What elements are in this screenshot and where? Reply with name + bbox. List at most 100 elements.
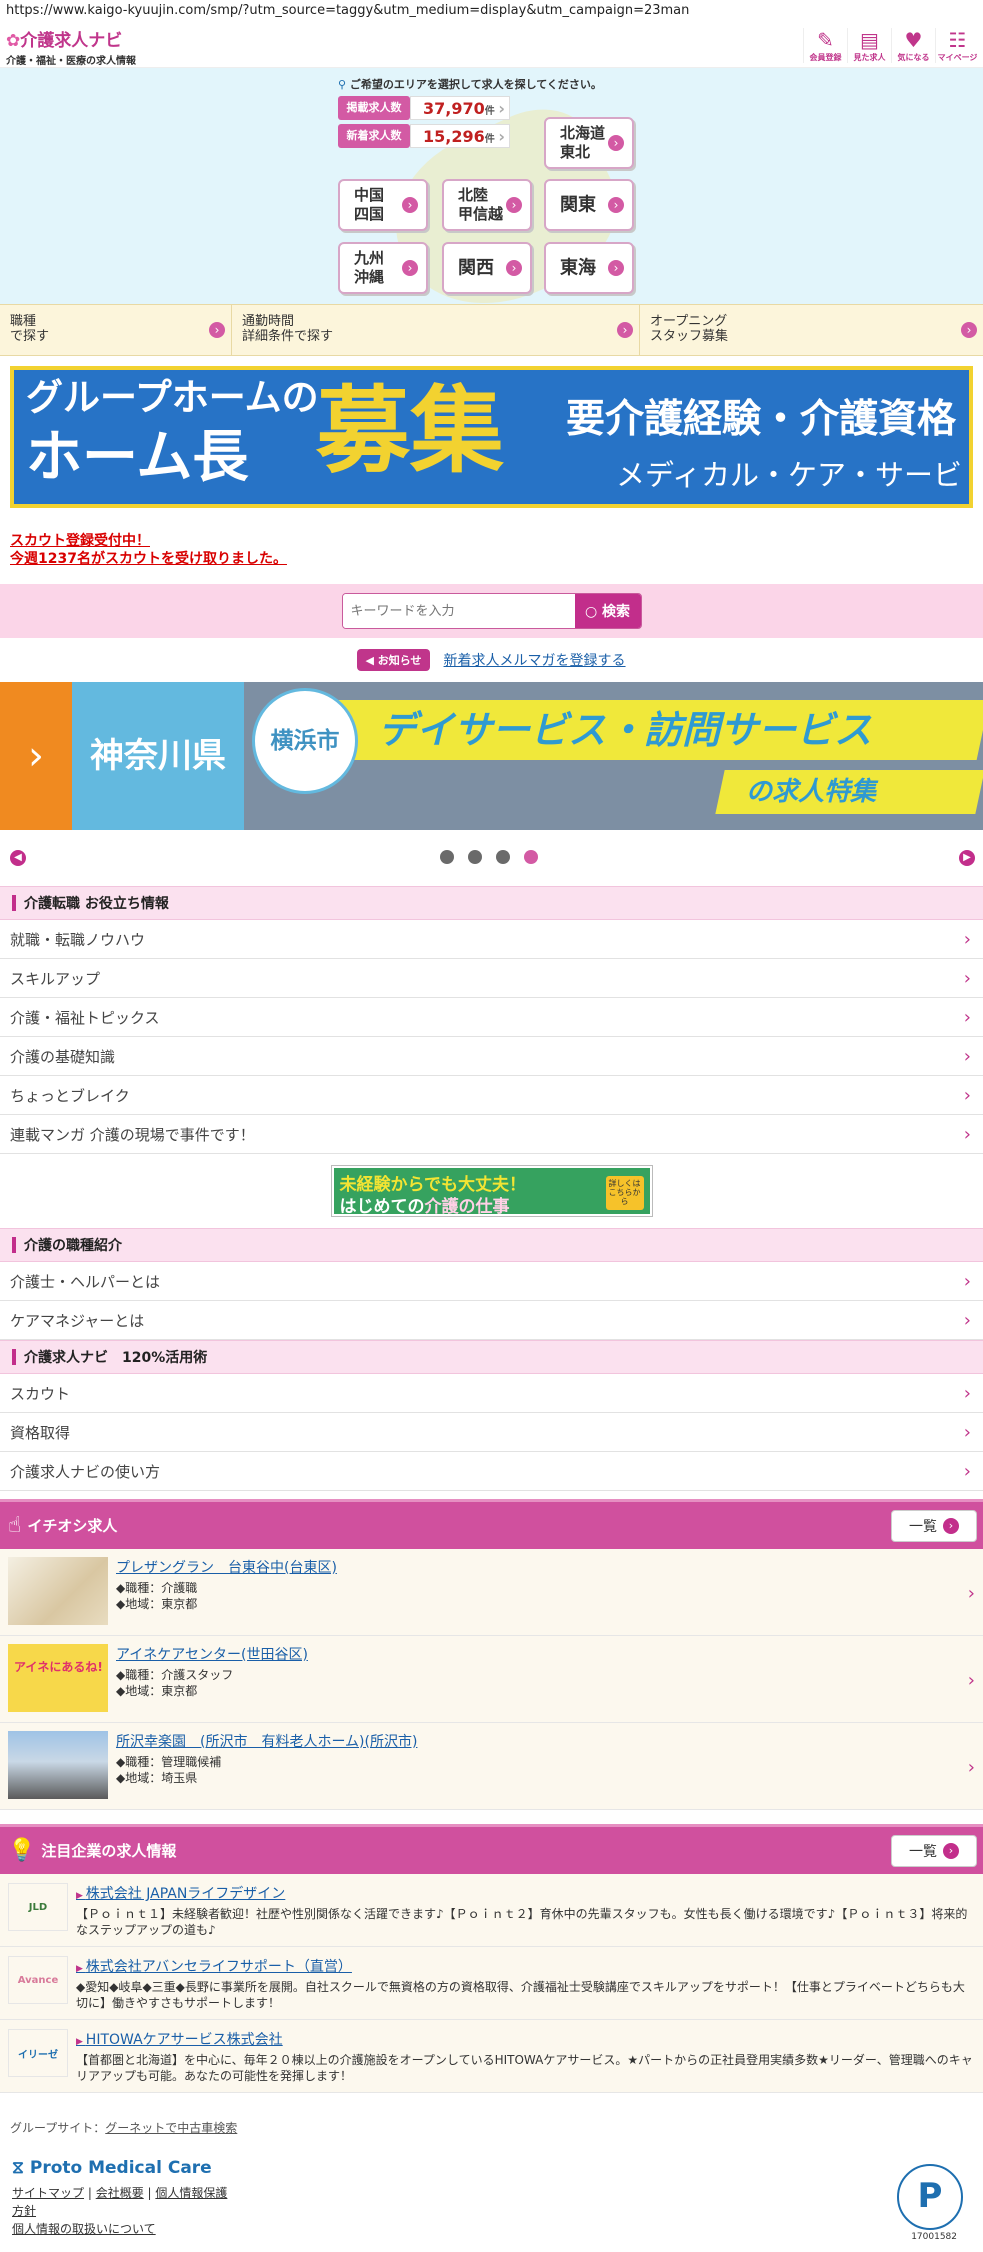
job-area: ◆地域：埼玉県 <box>116 1771 198 1785</box>
list-item[interactable]: 就職・転職ノウハウ › <box>0 920 983 959</box>
company-item[interactable]: JLD 株式会社 JAPANライフデザイン【Ｐｏｉｎｔ１】未経験者歓迎！社歴や性別… <box>0 1874 983 1947</box>
company-link[interactable]: 会社概要 <box>96 2186 144 2200</box>
chevron-right-icon: › <box>963 1123 971 1145</box>
chevron-right-icon: › <box>608 260 624 276</box>
job-title-link[interactable]: プレザングラン 台東谷中(台東区) <box>116 1557 337 1577</box>
footer: ⧖ Proto Medical Care サイトマップ | 会社概要 | 個人情… <box>0 2158 983 2252</box>
group-home-recruit-banner[interactable]: グループホームの ホーム長 募集 要介護経験・介護資格 メディカル・ケア・サービ… <box>10 366 973 508</box>
pickup-job-item[interactable]: プレザングラン 台東谷中(台東区) ◆職種：介護職 ◆地域：東京都 › <box>0 1549 983 1636</box>
list-item-label: 就職・転職ノウハウ <box>10 930 146 949</box>
favorite-icon: ♥ <box>904 28 923 52</box>
pickup-title: イチオシ求人 <box>27 1517 118 1535</box>
list-item[interactable]: スキルアップ › <box>0 959 983 998</box>
chevron-right-icon: › <box>608 197 624 213</box>
list-item[interactable]: 介護士・ヘルパーとは › <box>0 1262 983 1301</box>
keyword-input[interactable] <box>342 594 575 628</box>
region-button-kanto[interactable]: 関東 › <box>544 179 634 231</box>
site-logo[interactable]: ✿介護求人ナビ 介護・福祉・医療の求人情報 <box>6 26 136 67</box>
slider-prev-button[interactable]: ◀ <box>10 850 26 866</box>
kanagawa-feature-slide[interactable]: › 神奈川県 横浜市 デイサービス・訪問サービス の求人特集 <box>0 682 983 830</box>
slider-next-button[interactable]: ▶ <box>959 850 975 866</box>
total-jobs-stat[interactable]: 掲載求人数 37,970件 <box>338 96 510 121</box>
pickup-job-item[interactable]: アイネにあるね! アイネケアセンター(世田谷区) ◆職種：介護スタッフ ◆地域：東京都… <box>0 1636 983 1723</box>
list-item[interactable]: ケアマネジャーとは › <box>0 1301 983 1340</box>
section-title: 介護求人ナビ 120%活用術 <box>24 1350 208 1366</box>
list-item[interactable]: 資格取得 › <box>0 1413 983 1452</box>
header-icons: ✎ 会員登録 ▤ 見た求人 ♥ 気になる ☷ マイページ <box>803 28 979 63</box>
list-item[interactable]: スカウト › <box>0 1374 983 1413</box>
footer-links: サイトマップ | 会社概要 | 個人情報保護 方針 個人情報の取扱いについて <box>12 2186 228 2236</box>
slide-prefecture: 神奈川県 <box>72 682 244 830</box>
scout-notice[interactable]: スカウト登録受付中！ 今週1237名がスカウトを受け取りました。 <box>10 532 973 568</box>
mail-magazine-link[interactable]: 新着求人メルマガを登録する <box>444 650 626 670</box>
list-item[interactable]: 介護・福祉トピックス › <box>0 998 983 1037</box>
region-button-hokkaido-tohoku[interactable]: 北海道 東北 › <box>544 117 634 169</box>
header-icon-label: 気になる <box>897 53 930 62</box>
member-register-button[interactable]: ✎ 会員登録 <box>803 28 847 63</box>
job-title-link[interactable]: アイネケアセンター(世田谷区) <box>116 1644 308 1664</box>
chevron-right-icon: › <box>963 1006 971 1028</box>
tab-commute[interactable]: 通勤時間 詳細条件で探す › <box>232 305 640 355</box>
location-pin-icon: ⚲ <box>338 78 347 91</box>
tab-label: 通勤時間 詳細条件で探す <box>242 314 334 344</box>
region-label: 北陸 甲信越 <box>458 186 504 223</box>
slider-dot[interactable] <box>468 850 482 864</box>
companies-more-button[interactable]: 一覧 › <box>891 1834 977 1867</box>
new-jobs-stat[interactable]: 新着求人数 15,296件 <box>338 124 510 149</box>
job-title-link[interactable]: 所沢幸楽園 (所沢市 有料老人ホーム)(所沢市) <box>116 1731 417 1751</box>
region-button-chugoku-shikoku[interactable]: 中国 四国 › <box>338 179 428 231</box>
chevron-right-icon: › <box>506 197 522 213</box>
pickup-more-button[interactable]: 一覧 › <box>891 1509 977 1542</box>
chevron-right-icon: › <box>967 1757 975 1778</box>
region-button-tokai[interactable]: 東海 › <box>544 242 634 294</box>
list-item[interactable]: 介護の基礎知識 › <box>0 1037 983 1076</box>
beginner-care-banner[interactable]: 未経験からでも大丈夫！ はじめての介護の仕事 詳しくはこちらから <box>331 1166 652 1217</box>
list-item[interactable]: 介護求人ナビの使い方 › <box>0 1452 983 1491</box>
privacy-policy-link[interactable]: 個人情報保護 <box>155 2186 227 2200</box>
list-item[interactable]: 連載マンガ 介護の現場で事件です！ › <box>0 1115 983 1154</box>
sitemap-link[interactable]: サイトマップ <box>12 2186 84 2200</box>
region-button-hokuriku-koshinetsu[interactable]: 北陸 甲信越 › <box>442 179 532 231</box>
area-selector: ⚲ ご希望のエリアを選択して求人を探してください。 掲載求人数 37,970件 … <box>0 68 983 304</box>
goo-net-link[interactable]: グーネットで中古車検索 <box>105 2121 237 2135</box>
logo-title: 介護求人ナビ <box>20 31 123 51</box>
chevron-right-icon: › <box>963 928 971 950</box>
region-button-kyushu-okinawa[interactable]: 九州 沖縄 › <box>338 242 428 294</box>
chevron-right-icon: › <box>963 967 971 989</box>
pickup-job-item[interactable]: 所沢幸楽園 (所沢市 有料老人ホーム)(所沢市) ◆職種：管理職候補 ◆地域：埼玉県… <box>0 1723 983 1810</box>
company-description: ◆愛知◆岐阜◆三重◆長野に事業所を展開。自社スクールで無資格の方の資格取得、介護… <box>76 1980 965 2010</box>
list-item[interactable]: ちょっとブレイク › <box>0 1076 983 1115</box>
company-item[interactable]: イリーゼ HITOWAケアサービス株式会社【首都圏と北海道】を中心に、毎年２０棟以… <box>0 2020 983 2093</box>
slider-dot[interactable] <box>440 850 454 864</box>
chevron-right-icon: › <box>961 322 977 338</box>
search-button[interactable]: ○ 検索 <box>574 594 641 628</box>
lightbulb-icon: 💡 <box>8 1838 36 1863</box>
company-name-link[interactable]: 株式会社 JAPANライフデザイン <box>76 1883 973 1903</box>
region-label: 東海 <box>560 257 596 279</box>
mypage-button[interactable]: ☷ マイページ <box>935 28 979 63</box>
chevron-right-icon: › <box>209 322 225 338</box>
hand-pointer-icon: ☝ <box>8 1513 22 1538</box>
chevron-right-icon: › <box>963 1084 971 1106</box>
tab-job-type[interactable]: 職種 で探す › <box>0 305 232 355</box>
company-name-link[interactable]: 株式会社アバンセライフサポート（直営） <box>76 1956 973 1976</box>
company-item[interactable]: Avance 株式会社アバンセライフサポート（直営） ◆愛知◆岐阜◆三重◆長野に事業… <box>0 1947 983 2020</box>
slider-dot[interactable] <box>496 850 510 864</box>
favorite-button[interactable]: ♥ 気になる <box>891 28 935 63</box>
company-name-link[interactable]: HITOWAケアサービス株式会社 <box>76 2029 973 2049</box>
job-type: ◆職種：管理職候補 <box>116 1755 222 1769</box>
slider-dot[interactable] <box>524 850 538 864</box>
tab-opening-staff[interactable]: オープニング スタッフ募集 › <box>640 305 983 355</box>
viewed-jobs-button[interactable]: ▤ 見た求人 <box>847 28 891 63</box>
privacy-policy-link-cont[interactable]: 方針 <box>12 2204 36 2218</box>
region-label: 関西 <box>458 257 494 279</box>
company-logo: イリーゼ <box>8 2029 68 2077</box>
region-button-kansai[interactable]: 関西 › <box>442 242 532 294</box>
footer-brand[interactable]: ⧖ Proto Medical Care <box>12 2158 212 2178</box>
mypage-icon: ☷ <box>948 28 967 52</box>
job-type: ◆職種：介護スタッフ <box>116 1668 234 1682</box>
slide-feature: の求人特集 <box>746 777 877 807</box>
privacy-handling-link[interactable]: 個人情報の取扱いについて <box>12 2222 156 2236</box>
slider-nav: ◀ ▶ <box>0 830 983 886</box>
chevron-right-icon: › <box>943 1842 959 1859</box>
